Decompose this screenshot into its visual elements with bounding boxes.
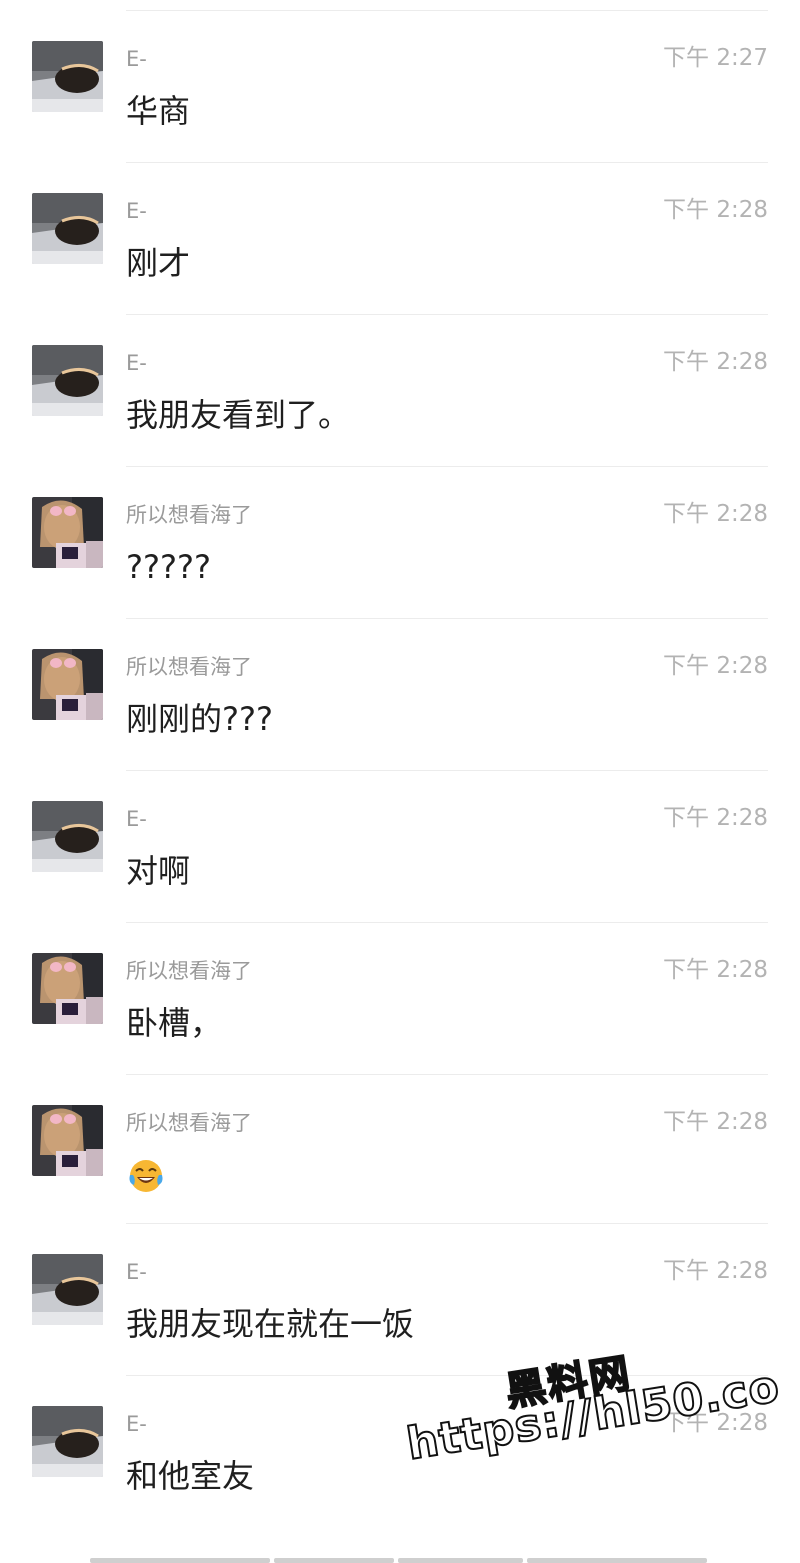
message-time: 下午 2:27 xyxy=(663,45,768,71)
bottom-edge-segment xyxy=(274,1558,394,1563)
message-time: 下午 2:28 xyxy=(663,349,768,375)
message-time: 下午 2:28 xyxy=(663,197,768,223)
tears-of-joy-emoji-icon xyxy=(127,1157,165,1195)
message-row[interactable]: 所以想看海了 下午 2:28 xyxy=(0,1075,800,1224)
sender-name: E- xyxy=(126,199,147,223)
sender-name: E- xyxy=(126,351,147,375)
message-text: 刚刚的??? xyxy=(126,700,273,738)
message-row[interactable]: E- 下午 2:28 我朋友看到了。 xyxy=(0,315,800,467)
message-time: 下午 2:28 xyxy=(663,501,768,527)
chat-message-list[interactable]: E- 下午 2:27 华商 E- 下午 2:28 刚才 E- 下午 2:28 我… xyxy=(0,11,800,1528)
bottom-edge-segment xyxy=(527,1558,707,1563)
bottom-edge-segment xyxy=(90,1558,270,1563)
message-text: 华商 xyxy=(126,92,191,130)
sender-name: E- xyxy=(126,1260,147,1284)
avatar[interactable] xyxy=(32,953,103,1024)
message-time: 下午 2:28 xyxy=(663,1258,768,1284)
message-time: 下午 2:28 xyxy=(663,1109,768,1135)
message-text: 刚才 xyxy=(126,244,191,282)
message-time: 下午 2:28 xyxy=(663,653,768,679)
sender-name: E- xyxy=(126,47,147,71)
sender-name: E- xyxy=(126,807,147,831)
message-row[interactable]: E- 下午 2:27 华商 xyxy=(0,11,800,163)
sender-name: E- xyxy=(126,1412,147,1436)
avatar[interactable] xyxy=(32,345,103,416)
avatar[interactable] xyxy=(32,801,103,872)
message-row[interactable]: 所以想看海了 下午 2:28 刚刚的??? xyxy=(0,619,800,771)
sender-name: 所以想看海了 xyxy=(126,1111,252,1135)
message-time: 下午 2:28 xyxy=(663,957,768,983)
message-text: 卧槽， xyxy=(126,1004,223,1042)
message-row[interactable]: 所以想看海了 下午 2:28 ????? xyxy=(0,467,800,619)
message-row[interactable]: E- 下午 2:28 刚才 xyxy=(0,163,800,315)
avatar[interactable] xyxy=(32,1406,103,1477)
message-row[interactable]: E- 下午 2:28 和他室友 xyxy=(0,1376,800,1528)
message-text: 和他室友 xyxy=(126,1457,255,1495)
message-text: ????? xyxy=(126,548,211,586)
avatar[interactable] xyxy=(32,41,103,112)
message-time: 下午 2:28 xyxy=(663,805,768,831)
message-row[interactable]: 所以想看海了 下午 2:28 卧槽， xyxy=(0,923,800,1075)
bottom-edge-bar xyxy=(0,1554,800,1563)
avatar[interactable] xyxy=(32,1254,103,1325)
bottom-edge-segment xyxy=(398,1558,523,1563)
avatar[interactable] xyxy=(32,193,103,264)
message-text: 对啊 xyxy=(126,852,191,890)
avatar[interactable] xyxy=(32,649,103,720)
message-text: 我朋友看到了。 xyxy=(126,396,351,434)
sender-name: 所以想看海了 xyxy=(126,959,252,983)
message-time: 下午 2:28 xyxy=(663,1410,768,1436)
message-text: 我朋友现在就在一饭 xyxy=(126,1305,415,1343)
avatar[interactable] xyxy=(32,1105,103,1176)
message-row[interactable]: E- 下午 2:28 我朋友现在就在一饭 xyxy=(0,1224,800,1376)
sender-name: 所以想看海了 xyxy=(126,503,252,527)
avatar[interactable] xyxy=(32,497,103,568)
message-row[interactable]: E- 下午 2:28 对啊 xyxy=(0,771,800,923)
sender-name: 所以想看海了 xyxy=(126,655,252,679)
